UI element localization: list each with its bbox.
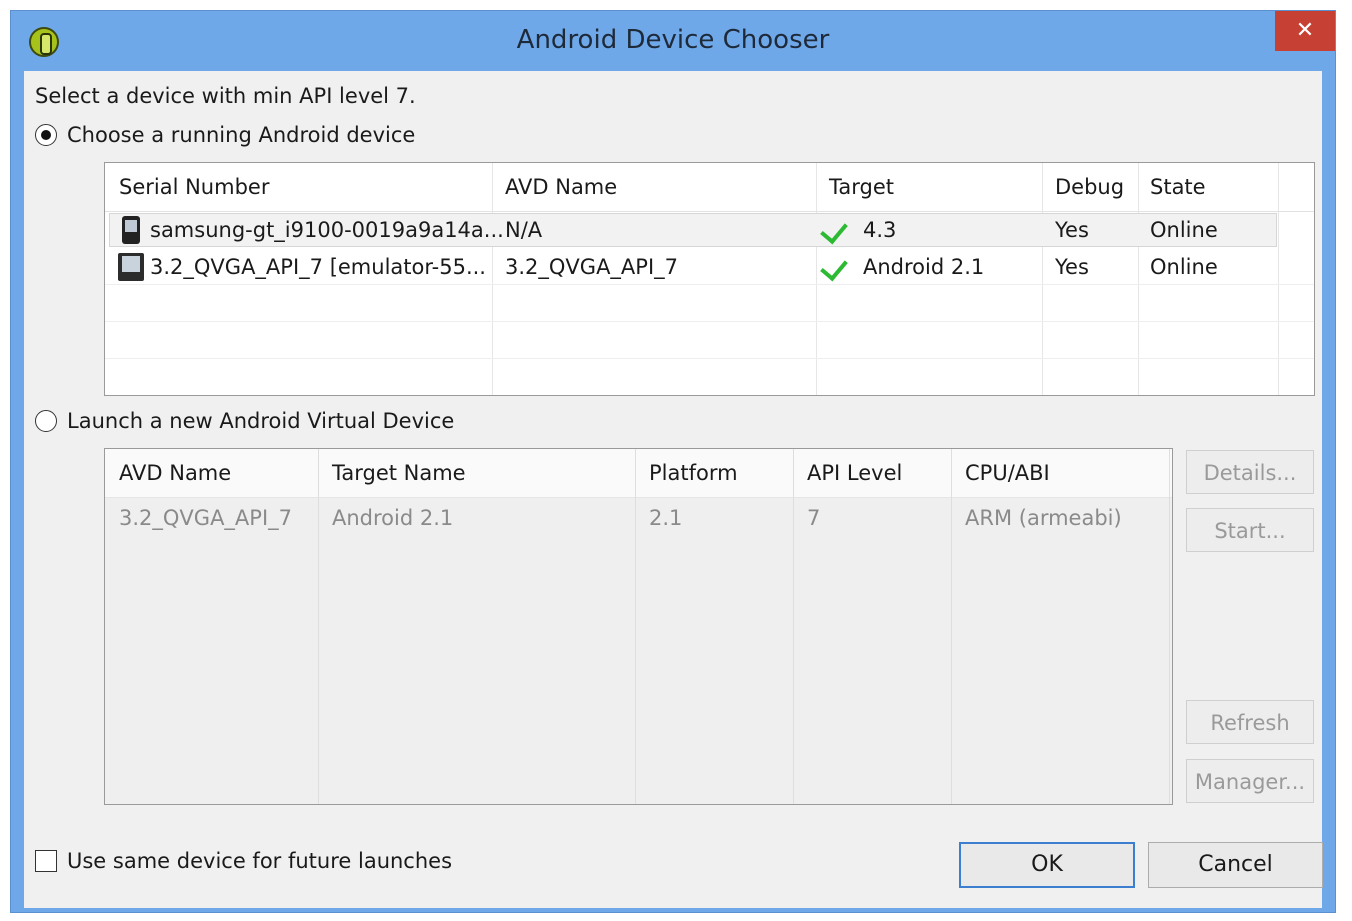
col-avd-name[interactable]: AVD Name [119, 461, 231, 485]
device-debug: Yes [1055, 218, 1089, 242]
emulator-icon [118, 253, 144, 281]
phone-icon [122, 216, 140, 244]
ok-button[interactable]: OK [959, 842, 1135, 888]
col-debug[interactable]: Debug [1055, 175, 1124, 199]
running-device-radio[interactable] [35, 124, 57, 146]
device-state: Online [1150, 218, 1218, 242]
refresh-button[interactable]: Refresh [1186, 700, 1314, 744]
dialog-body: Select a device with min API level 7. Ch… [24, 71, 1323, 908]
start-button[interactable]: Start... [1186, 508, 1314, 552]
col-api-level[interactable]: API Level [807, 461, 902, 485]
avd-row-cpu: ARM (armeabi) [965, 506, 1122, 530]
details-button[interactable]: Details... [1186, 450, 1314, 494]
device-avd-name: N/A [505, 218, 543, 242]
avd-table[interactable]: AVD Name Target Name Platform API Level … [104, 448, 1173, 805]
same-device-label[interactable]: Use same device for future launches [67, 849, 452, 873]
avd-row-target: Android 2.1 [332, 506, 454, 530]
dialog-window: Android Device Chooser ✕ Select a device… [10, 10, 1336, 913]
col-cpu-abi[interactable]: CPU/ABI [965, 461, 1050, 485]
device-serial: samsung-gt_i9100-0019a9a14a... [150, 218, 504, 242]
col-target-name[interactable]: Target Name [332, 461, 466, 485]
avd-row-platform: 2.1 [649, 506, 683, 530]
manager-button[interactable]: Manager... [1186, 759, 1314, 803]
col-target[interactable]: Target [829, 175, 894, 199]
device-target: Android 2.1 [863, 255, 985, 279]
device-target: 4.3 [863, 218, 897, 242]
running-device-label[interactable]: Choose a running Android device [67, 123, 415, 147]
launch-avd-label[interactable]: Launch a new Android Virtual Device [67, 409, 454, 433]
col-platform[interactable]: Platform [649, 461, 738, 485]
device-serial[interactable]: 3.2_QVGA_API_7 [emulator-55... [150, 255, 486, 279]
device-state: Online [1150, 255, 1218, 279]
col-state[interactable]: State [1150, 175, 1206, 199]
check-icon [820, 252, 848, 282]
col-serial-number[interactable]: Serial Number [119, 175, 269, 199]
cancel-button[interactable]: Cancel [1148, 842, 1323, 888]
avd-row-api: 7 [807, 506, 821, 530]
device-debug: Yes [1055, 255, 1089, 279]
window-title: Android Device Chooser [516, 25, 830, 55]
close-button[interactable]: ✕ [1275, 11, 1335, 51]
avd-row-name[interactable]: 3.2_QVGA_API_7 [119, 506, 292, 530]
launch-avd-radio[interactable] [35, 410, 57, 432]
col-avd-name[interactable]: AVD Name [505, 175, 617, 199]
same-device-checkbox[interactable] [35, 850, 57, 872]
title-bar[interactable]: Android Device Chooser ✕ [11, 11, 1335, 71]
running-devices-table[interactable]: Serial Number AVD Name Target Debug Stat… [104, 162, 1315, 396]
prompt-text: Select a device with min API level 7. [35, 84, 416, 108]
device-avd-name: 3.2_QVGA_API_7 [505, 255, 679, 279]
